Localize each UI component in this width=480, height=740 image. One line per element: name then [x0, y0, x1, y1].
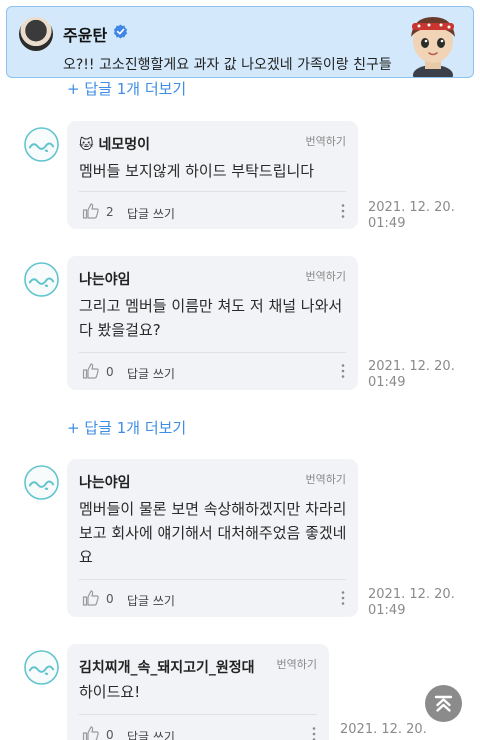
kebab-menu-icon[interactable]	[338, 203, 348, 219]
card-divider	[79, 579, 346, 580]
kebab-menu-icon[interactable]	[338, 590, 348, 606]
like-count: 0	[106, 592, 114, 606]
comment-date: 2021. 12. 20.	[340, 722, 427, 737]
thumbs-up-icon[interactable]	[82, 362, 100, 380]
comment-card: 김치찌개_속_돼지고기_원정대 번역하기 하이드요! 0 답글 쓰기	[67, 644, 329, 740]
banner-comment-text: 오?!! 고소진행할게요 과자 값 나오겠네 가족이랑 친구들끼리 갈등겠네 👍…	[63, 57, 392, 73]
banner-avatar[interactable]	[19, 17, 53, 51]
write-reply-button[interactable]: 답글 쓰기	[127, 592, 175, 609]
comment-body: 멤버들이 물론 보면 속상해하겠지만 차라리 보고 회사에 얘기해서 대처해주었…	[79, 500, 347, 566]
translate-button[interactable]: 번역하기	[306, 133, 346, 149]
commenter-avatar[interactable]	[24, 127, 59, 162]
comment-author[interactable]: 나는야임	[79, 269, 131, 289]
scroll-to-top-icon	[434, 695, 453, 712]
comment-date: 2021. 12. 20.	[368, 587, 455, 602]
more-replies-link[interactable]: + 답글 1개 더보기	[67, 78, 186, 99]
commenter-avatar[interactable]	[24, 262, 59, 297]
comment-body: 하이드요!	[79, 683, 141, 701]
comment-author[interactable]: 김치찌개_속_돼지고기_원정대	[79, 657, 255, 677]
scroll-to-top-button[interactable]	[425, 685, 462, 722]
comment-card: 🐱 네모멍이 번역하기 멤버들 보지않게 하이드 부탁드립니다 2 답글 쓰기	[67, 121, 358, 229]
card-divider	[79, 191, 346, 192]
kebab-menu-icon[interactable]	[309, 726, 319, 740]
translate-button[interactable]: 번역하기	[306, 471, 346, 487]
comment-date: 2021. 12. 20.	[368, 359, 455, 374]
like-count: 2	[106, 205, 114, 219]
comment-timestamp: 2021. 12. 20. 01:49	[368, 359, 455, 391]
kebab-menu-icon[interactable]	[338, 363, 348, 379]
verified-badge-icon	[113, 24, 128, 39]
comment-body: 멤버들 보지않게 하이드 부탁드립니다	[79, 162, 315, 180]
write-reply-button[interactable]: 답글 쓰기	[127, 365, 175, 382]
comment-card: 나는야임 번역하기 그리고 멤버들 이름만 쳐도 저 채널 나와서 다 봤을걸요…	[67, 256, 358, 390]
translate-button[interactable]: 번역하기	[277, 656, 317, 672]
like-count: 0	[106, 365, 114, 379]
translate-button[interactable]: 번역하기	[306, 268, 346, 284]
thumbs-up-icon[interactable]	[82, 589, 100, 607]
comment-timestamp: 2021. 12. 20. 01:49	[368, 587, 455, 619]
commenter-avatar[interactable]	[24, 465, 59, 500]
card-divider	[79, 352, 346, 353]
comment-card: 나는야임 번역하기 멤버들이 물론 보면 속상해하겠지만 차라리 보고 회사에 …	[67, 459, 358, 617]
comment-author[interactable]: 나는야임	[79, 472, 131, 492]
pinned-comment-banner[interactable]: 주윤탄 오?!! 고소진행할게요 과자 값 나오겠네 가족이랑 친구들끼리 갈등…	[6, 6, 474, 78]
comment-date: 2021. 12. 20.	[368, 200, 455, 215]
character-sticker-icon	[411, 17, 455, 77]
comment-timestamp: 2021. 12. 20.	[340, 722, 427, 738]
commenter-avatar[interactable]	[24, 650, 59, 685]
comment-time: 01:49	[368, 375, 406, 390]
thumbs-up-icon[interactable]	[82, 202, 100, 220]
comment-time: 01:49	[368, 603, 406, 618]
card-divider	[79, 714, 317, 715]
like-count: 0	[106, 728, 114, 740]
comment-author[interactable]: 🐱 네모멍이	[79, 134, 150, 154]
banner-author-name[interactable]: 주윤탄	[63, 22, 107, 46]
comment-body: 그리고 멤버들 이름만 쳐도 저 채널 나와서 다 봤을걸요?	[79, 297, 343, 339]
comment-time: 01:49	[368, 216, 406, 231]
comment-timestamp: 2021. 12. 20. 01:49	[368, 200, 455, 232]
more-replies-link[interactable]: + 답글 1개 더보기	[67, 417, 186, 438]
write-reply-button[interactable]: 답글 쓰기	[127, 728, 175, 740]
write-reply-button[interactable]: 답글 쓰기	[127, 205, 175, 222]
thumbs-up-icon[interactable]	[82, 725, 100, 740]
